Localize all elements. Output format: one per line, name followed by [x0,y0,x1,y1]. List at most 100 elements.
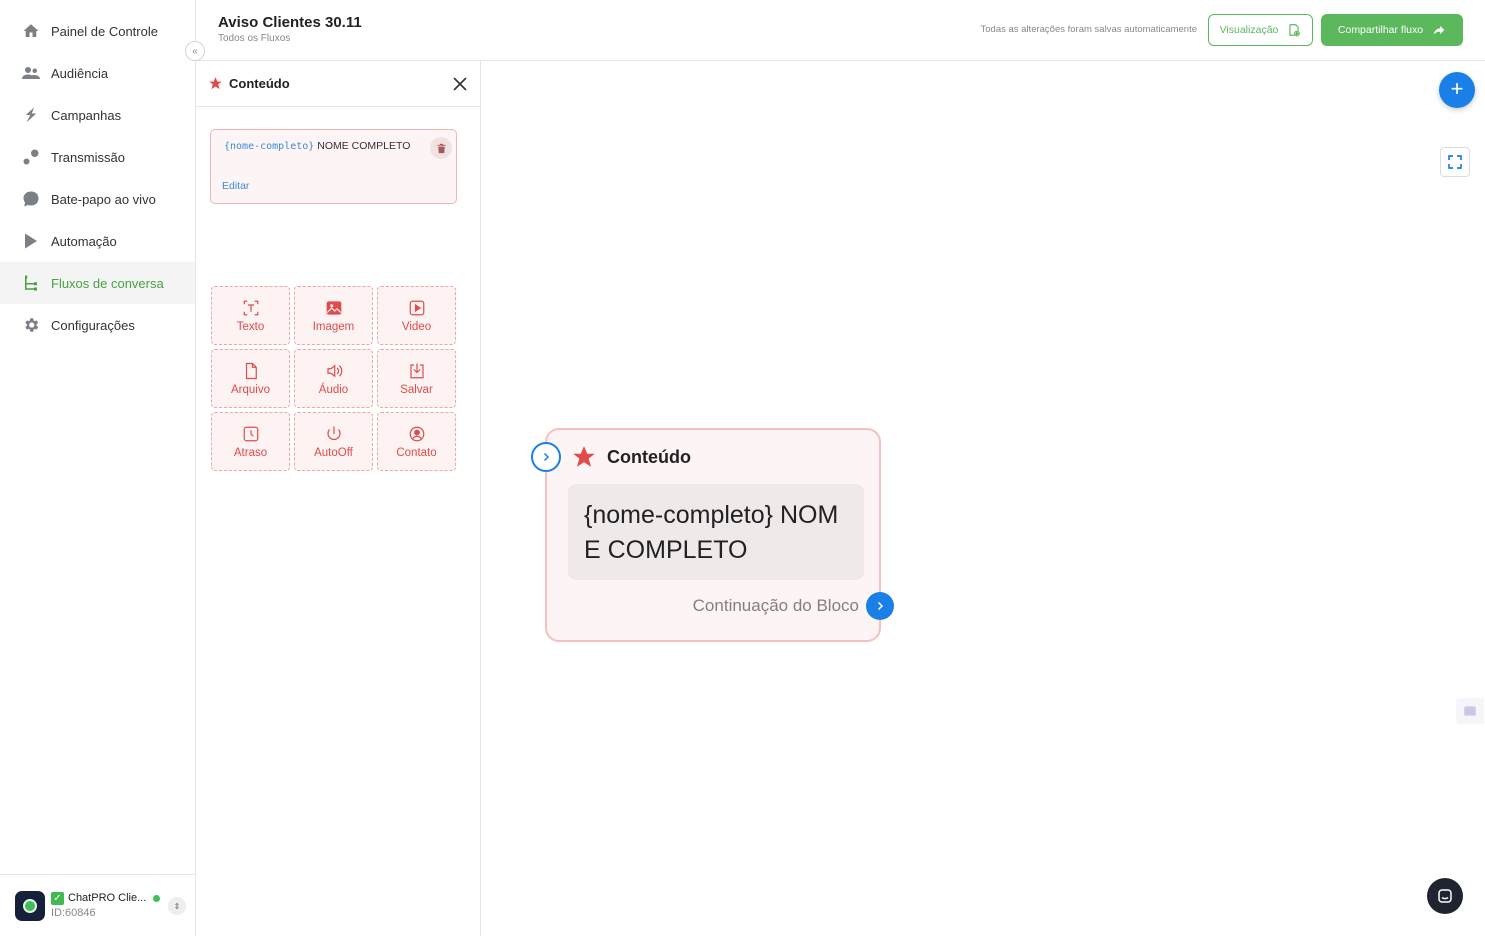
sidebar-item-fluxos[interactable]: Fluxos de conversa [0,262,195,304]
online-status-icon [153,894,161,902]
sidebar-item-painel[interactable]: Painel de Controle [0,10,195,52]
file-icon [245,362,257,379]
sidebar-item-automacao[interactable]: Automação [0,220,195,262]
flow-canvas[interactable]: + Conteúdo {nome-completo} NOME COMPLETO… [481,61,1485,936]
sidebar-item-label: Painel de Controle [51,23,158,39]
campaign-icon [22,106,40,124]
delay-icon [243,426,258,441]
tool-video[interactable]: Video [377,286,456,345]
sidebar: Painel de Controle Audiência Campanhas T… [0,0,196,936]
trash-icon [436,143,446,153]
widget-icon [1464,706,1476,716]
share-label: Compartilhar fluxo [1337,24,1424,36]
fullscreen-icon [1448,155,1462,169]
broadcast-icon [22,148,40,166]
chevron-right-icon [877,601,884,611]
content-block-node[interactable]: Conteúdo {nome-completo} NOME COMPLETO C… [531,428,894,642]
switch-account-icon[interactable]: ⇕ [168,897,186,915]
chevron-right-icon [543,452,550,462]
autosave-status: Todas as alterações foram salvas automat… [980,24,1198,35]
chat-icon [1438,889,1452,903]
message-card[interactable]: {nome-completo} NOME COMPLETO Editar [210,129,457,204]
preview-label: Visualização [1219,24,1279,36]
message-preview: {nome-completo} NOME COMPLETO [224,140,430,152]
tool-label: Texto [236,320,265,333]
sidebar-item-label: Automação [51,233,117,249]
contact-icon [409,426,424,441]
message-variable: {nome-completo} [224,141,315,152]
sidebar-item-label: Fluxos de conversa [51,275,164,291]
flow-icon [22,274,40,292]
sidebar-item-transmissao[interactable]: Transmissão [0,136,195,178]
panel-title: Conteúdo [229,76,290,91]
preview-icon [1289,24,1301,37]
save-icon [409,363,424,378]
collapse-sidebar-button[interactable]: « [185,41,205,61]
header: Aviso Clientes 30.11 Todos os Fluxos Tod… [196,0,1485,61]
page-title: Aviso Clientes 30.11 [218,14,362,31]
text-icon [243,300,258,315]
fit-view-button[interactable] [1440,147,1470,177]
tool-texto[interactable]: Texto [211,286,290,345]
chat-icon [22,190,40,208]
sidebar-item-label: Audiência [51,65,109,81]
verified-check-icon: ✓ [51,891,64,905]
node-continuation-label: Continuação do Bloco [692,596,859,615]
content-tools-grid: Texto Imagem Video Arquivo Áudio Salvar … [211,286,456,471]
node-input-handle[interactable] [531,442,561,472]
tool-arquivo[interactable]: Arquivo [211,349,290,408]
star-icon [209,77,222,90]
sidebar-item-label: Configurações [51,317,135,333]
avatar [15,890,45,921]
automation-icon [22,232,40,250]
delete-message-button[interactable] [430,137,452,159]
tool-label: Arquivo [231,383,270,396]
tool-label: Salvar [400,383,433,396]
panel-header: Conteúdo [196,61,480,107]
edit-message-link[interactable]: Editar [222,180,249,192]
account-name: ChatPRO Clie... [68,891,147,904]
gear-icon [22,316,40,334]
tool-label: Imagem [312,320,355,333]
star-icon [573,446,595,467]
tool-label: Video [401,320,432,333]
preview-button[interactable]: Visualização [1208,14,1313,46]
tool-label: Atraso [233,446,268,459]
node-output-handle[interactable] [866,592,894,620]
sidebar-item-campanhas[interactable]: Campanhas [0,94,195,136]
support-chat-button[interactable] [1427,878,1463,914]
sidebar-nav: Painel de Controle Audiência Campanhas T… [0,0,195,346]
users-icon [22,64,40,82]
account-id: ID:60846 [51,906,96,919]
tool-salvar[interactable]: Salvar [377,349,456,408]
home-icon [22,22,40,40]
sidebar-item-label: Campanhas [51,107,122,123]
sidebar-item-batepapo[interactable]: Bate-papo ao vivo [0,178,195,220]
sidebar-item-label: Transmissão [51,149,125,165]
power-icon [326,426,341,440]
sidebar-item-configuracoes[interactable]: Configurações [0,304,195,346]
close-icon[interactable] [452,76,468,92]
side-widget-tab[interactable] [1456,698,1484,724]
tool-label: Áudio [318,383,349,396]
node-title: Conteúdo [607,446,691,467]
tool-contato[interactable]: Contato [377,412,456,471]
tool-label: AutoOff [314,446,353,459]
image-icon [326,300,341,315]
tool-atraso[interactable]: Atraso [211,412,290,471]
account-switcher[interactable]: ✓ ChatPRO Clie... ID:60846 ⇕ [0,874,195,936]
tool-imagem[interactable]: Imagem [294,286,373,345]
tool-autooff[interactable]: AutoOff [294,412,373,471]
tool-audio[interactable]: Áudio [294,349,373,408]
breadcrumb[interactable]: Todos os Fluxos [218,33,290,44]
sidebar-item-label: Bate-papo ao vivo [51,191,156,207]
share-icon [1433,25,1445,35]
content-panel: Conteúdo {nome-completo} NOME COMPLETO E… [196,61,481,936]
message-text: NOME COMPLETO [317,140,411,152]
share-flow-button[interactable]: Compartilhar fluxo [1321,14,1463,46]
node-message: {nome-completo} NOME COMPLETO [568,484,864,580]
sidebar-item-audiencia[interactable]: Audiência [0,52,195,94]
video-icon [409,300,424,315]
tool-label: Contato [396,446,437,459]
add-block-button[interactable]: + [1439,72,1475,108]
